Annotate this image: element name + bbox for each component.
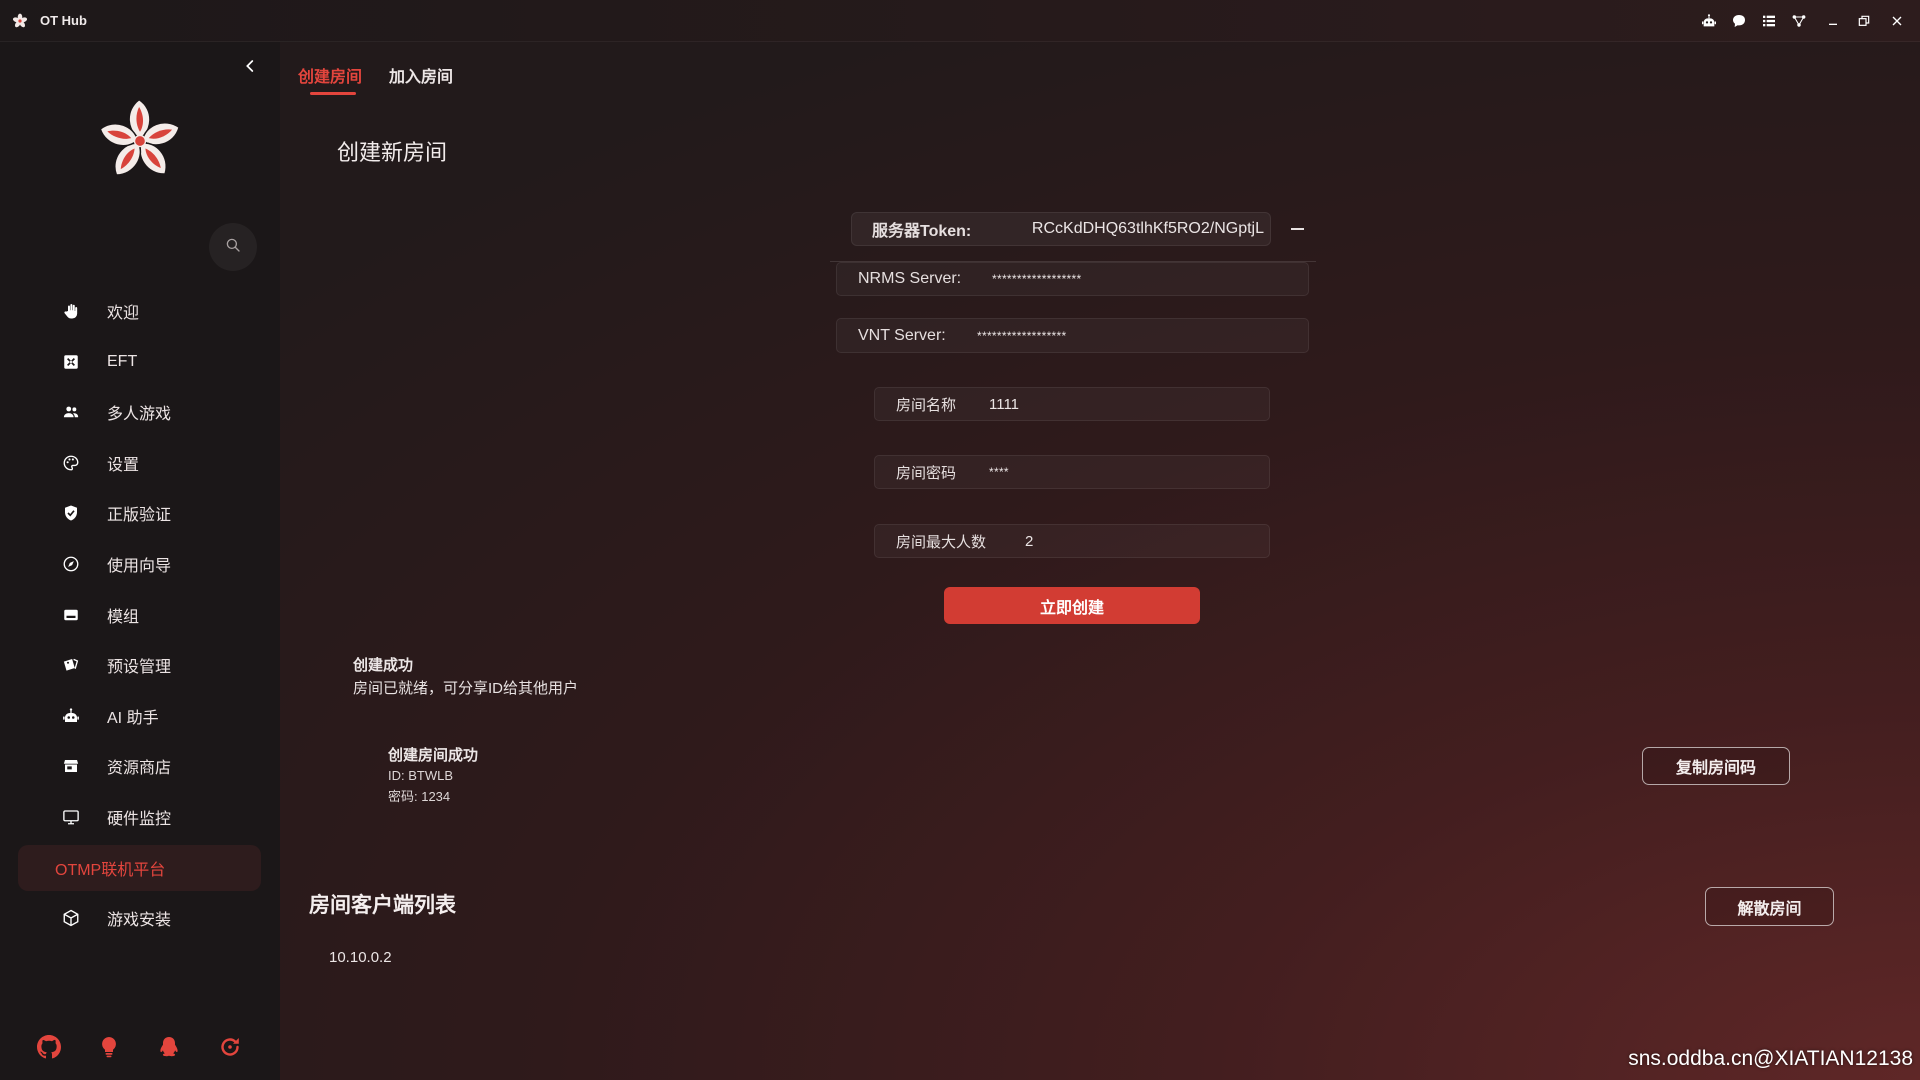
sidebar-nav: 欢迎 EFT 多人游戏 设置 正版验证 使用向导 模组 预设管理 AI 助手 资… [18, 288, 261, 946]
sidebar-item-label: 设置 [107, 456, 140, 474]
sidebar-item-license-verify[interactable]: 正版验证 [18, 490, 261, 536]
sidebar-item-eft[interactable]: EFT [18, 339, 261, 385]
shield-check-icon [61, 503, 81, 523]
sidebar-item-label: 预设管理 [107, 659, 172, 677]
restore-icon[interactable] [1856, 13, 1872, 29]
cube-icon [61, 908, 81, 928]
sidebar-item-resource-store[interactable]: 资源商店 [18, 743, 261, 789]
chevron-left-icon[interactable] [242, 58, 258, 74]
room-password: 密码: 1234 [388, 789, 451, 804]
server-token-field[interactable]: 服务器Token: RCcKdDHQ63tlhKf5RO2/NGptjL [851, 212, 1271, 246]
create-now-button[interactable]: 立即创建 [944, 587, 1200, 624]
refresh-icon[interactable] [218, 1035, 242, 1059]
max-players-field[interactable]: 房间最大人数 2 [874, 524, 1270, 558]
sidebar-item-label: 游戏安装 [107, 912, 172, 930]
search-button[interactable] [209, 223, 257, 271]
minimize-icon[interactable] [1825, 13, 1841, 29]
eft-icon [61, 352, 81, 372]
flower-logo-icon [94, 95, 186, 187]
copy-room-code-button[interactable]: 复制房间码 [1642, 747, 1790, 785]
collapse-minus-icon[interactable] [1291, 228, 1304, 230]
hand-icon [61, 301, 81, 321]
server-token-value-clip: RCcKdDHQ63tlhKf5RO2/NGptjL [1001, 213, 1264, 245]
qq-icon[interactable] [157, 1035, 181, 1059]
search-icon [224, 236, 242, 259]
nrms-server-field[interactable]: NRMS Server: ****************** [836, 262, 1309, 296]
main-content: 创建房间 加入房间 创建新房间 服务器Token: RCcKdDHQ63tlhK… [280, 42, 1920, 1080]
room-name-field[interactable]: 房间名称 1111 [874, 387, 1270, 421]
watermark: sns.oddba.cn@XIATIAN12138 [1628, 1047, 1913, 1070]
sidebar-item-otmp[interactable]: OTMP联机平台 [18, 844, 261, 891]
sidebar: 欢迎 EFT 多人游戏 设置 正版验证 使用向导 模组 预设管理 AI 助手 资… [0, 42, 280, 1080]
robot-icon [61, 706, 81, 726]
github-icon[interactable] [37, 1035, 61, 1059]
room-created-title: 创建房间成功 [388, 747, 479, 764]
dismiss-room-button[interactable]: 解散房间 [1705, 887, 1834, 926]
chat-icon[interactable] [1731, 13, 1747, 29]
compass-icon [61, 554, 81, 574]
app-title: OT Hub [40, 13, 87, 28]
sidebar-item-label: 资源商店 [107, 760, 172, 778]
max-players-input[interactable]: 2 [1025, 525, 1033, 557]
list-icon[interactable] [1761, 13, 1777, 29]
sidebar-item-settings[interactable]: 设置 [18, 440, 261, 486]
tab-create-room[interactable]: 创建房间 [298, 68, 362, 88]
sidebar-item-mods[interactable]: 模组 [18, 592, 261, 638]
sidebar-item-label: 硬件监控 [107, 810, 172, 828]
card-icon [61, 605, 81, 625]
title-bar: OT Hub [0, 0, 1920, 42]
sidebar-item-label: 多人游戏 [107, 406, 172, 424]
room-password-input[interactable]: **** [989, 456, 1009, 488]
close-icon[interactable] [1889, 13, 1905, 29]
max-players-label: 房间最大人数 [896, 533, 987, 551]
users-icon [61, 402, 81, 422]
success-notice-title: 创建成功 [353, 657, 414, 674]
palette-icon [61, 453, 81, 473]
monitor-icon [61, 807, 81, 827]
tag-icon [61, 655, 81, 675]
room-password-field[interactable]: 房间密码 **** [874, 455, 1270, 489]
tab-join-room[interactable]: 加入房间 [389, 68, 453, 88]
page-title: 创建新房间 [337, 140, 448, 165]
sidebar-item-guide[interactable]: 使用向导 [18, 541, 261, 587]
nrms-server-label: NRMS Server: [858, 270, 962, 287]
room-id: ID: BTWLB [388, 768, 454, 783]
sidebar-item-hardware-monitor[interactable]: 硬件监控 [18, 794, 261, 840]
sidebar-item-welcome[interactable]: 欢迎 [18, 288, 261, 334]
sidebar-item-label: AI 助手 [107, 709, 159, 727]
sidebar-item-label: OTMP联机平台 [55, 861, 166, 879]
sidebar-item-label: 正版验证 [107, 507, 172, 525]
server-token-input[interactable]: RCcKdDHQ63tlhKf5RO2/NGptjL [1032, 213, 1264, 245]
sidebar-item-label: 使用向导 [107, 557, 172, 575]
sidebar-item-multiplayer[interactable]: 多人游戏 [18, 389, 261, 435]
client-list-heading: 房间客户端列表 [309, 894, 456, 917]
room-name-label: 房间名称 [896, 396, 957, 414]
room-password-label: 房间密码 [896, 464, 957, 482]
robot-icon[interactable] [1701, 13, 1717, 29]
vnt-server-label: VNT Server: [858, 326, 946, 344]
flower-logo-icon [12, 13, 28, 29]
sidebar-item-label: EFT [107, 352, 138, 370]
sidebar-item-ai-assistant[interactable]: AI 助手 [18, 693, 261, 739]
list-item: 10.10.0.2 [329, 949, 392, 966]
sidebar-item-label: 欢迎 [107, 305, 140, 322]
server-token-label: 服务器Token: [872, 223, 972, 240]
lightbulb-icon[interactable] [97, 1035, 121, 1059]
nrms-server-input[interactable]: ****************** [992, 263, 1081, 295]
sidebar-item-presets[interactable]: 预设管理 [18, 642, 261, 688]
active-tab-indicator [310, 92, 356, 95]
network-icon[interactable] [1791, 13, 1807, 29]
sidebar-item-label: 模组 [107, 608, 140, 626]
vnt-server-input[interactable]: ****************** [977, 319, 1066, 352]
room-name-input[interactable]: 1111 [989, 388, 1019, 420]
vnt-server-field[interactable]: VNT Server: ****************** [836, 318, 1309, 353]
store-icon [61, 756, 81, 776]
success-notice-message: 房间已就绪，可分享ID给其他用户 [353, 680, 579, 697]
sidebar-item-game-install[interactable]: 游戏安装 [18, 895, 261, 941]
